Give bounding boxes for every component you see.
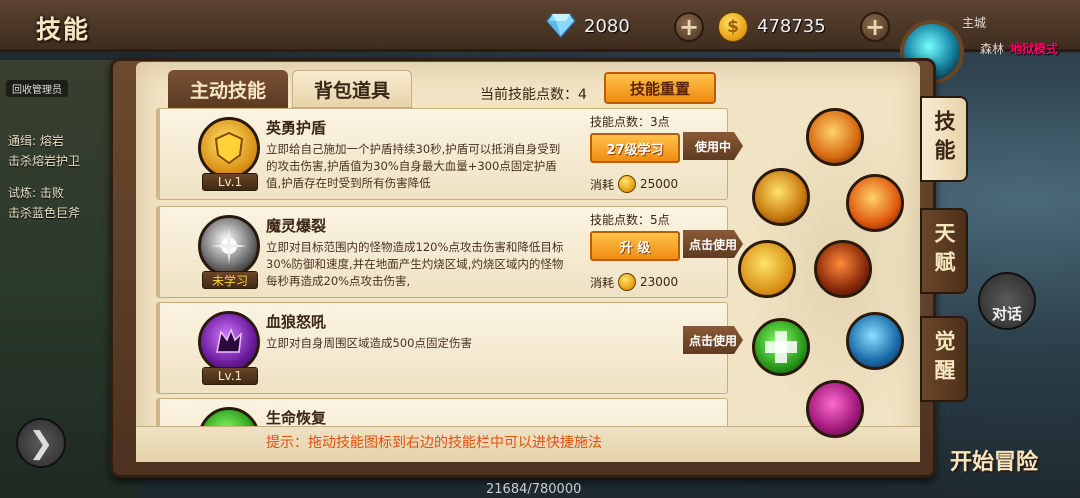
coin-amount: 23000 [640, 275, 679, 289]
level-badge: 未学习 [202, 271, 258, 289]
wolf-skill-icon[interactable] [198, 311, 260, 373]
forest-label: 森林 [980, 42, 1005, 56]
explosion-icon[interactable] [846, 174, 904, 232]
coin-count: 478735 [757, 16, 826, 37]
level-badge: Lv.1 [202, 173, 258, 191]
heal-skill-icon[interactable] [198, 407, 260, 426]
skill-desc: 立即给自己施加一个护盾持续30秒,护盾可以抵消自身受到的攻击伤害,护盾值为30%… [266, 142, 561, 190]
consume-label: 消耗 [590, 275, 615, 290]
skill-name: 魔灵爆裂 [266, 217, 327, 235]
coin-icon [618, 175, 637, 193]
skill-name: 英勇护盾 [266, 119, 327, 137]
shield-glyph-icon [214, 131, 244, 165]
in-use-button[interactable]: 使用中 [683, 132, 743, 160]
gem-count: 2080 [584, 16, 630, 37]
expand-arrow-button[interactable]: ❯ [16, 418, 66, 468]
quest1-desc[interactable]: 击杀熔岩护卫 [8, 152, 80, 169]
gold-coin-icon: $ [718, 12, 748, 42]
skill-coin-cost: 消耗 23000 [590, 273, 678, 291]
silhouette-icon[interactable] [846, 312, 904, 370]
skill-coin-cost: 消耗 25000 [590, 175, 678, 193]
hint-text: 提示：拖动技能图标到右边的技能栏中可以进快捷施法 [266, 435, 602, 451]
shield-slot-icon[interactable] [738, 240, 796, 298]
tab-awaken[interactable]: 觉醒 [920, 316, 968, 402]
potion-icon[interactable] [806, 380, 864, 438]
page-title: 技能 [36, 15, 91, 44]
skill-row[interactable]: Lv.1 英勇护盾 立即给自己施加一个护盾持续30秒,护盾可以抵消自身受到的攻击… [156, 108, 728, 200]
skill-row[interactable]: 未学习 魔灵爆裂 立即对目标范围内的怪物造成120%点攻击伤害和降低目标30%防… [156, 206, 728, 298]
skill-list: Lv.1 英勇护盾 立即给自己施加一个护盾持续30秒,护盾可以抵消自身受到的攻击… [156, 108, 730, 426]
tab-skills[interactable]: 技能 [920, 96, 968, 182]
dialog-button[interactable]: 对话 [978, 272, 1036, 330]
skill-desc: 立即对自身周围区域造成500点固定伤害 [266, 336, 472, 350]
add-coins-button[interactable]: + [860, 12, 890, 42]
start-adventure-button[interactable]: 开始冒险 [950, 444, 1038, 476]
add-gems-button[interactable]: + [674, 12, 704, 42]
vortex-icon[interactable] [752, 168, 810, 226]
consume-label: 消耗 [590, 177, 615, 192]
main-city-label: 主城 [962, 16, 987, 30]
tab-talent[interactable]: 天赋 [920, 208, 968, 294]
skill-name: 血狼怒吼 [266, 313, 327, 331]
skill-row[interactable]: Lv.1 血狼怒吼 立即对自身周围区域造成500点固定伤害 [156, 302, 728, 394]
click-use-button[interactable]: 点击使用 [683, 326, 743, 354]
cross-glyph-icon [765, 331, 797, 363]
lava-icon[interactable] [814, 240, 872, 298]
shield-skill-icon[interactable] [198, 117, 260, 179]
upgrade-button[interactable]: 升 级 [590, 231, 680, 261]
fire-fist-icon[interactable] [806, 108, 864, 166]
hard-mode-label[interactable]: 地狱模式 [1010, 40, 1058, 57]
click-use-button[interactable]: 点击使用 [683, 230, 743, 258]
quest1-title[interactable]: 通缉: 熔岩 [8, 132, 64, 149]
skill-cost-points: 技能点数：3点 [590, 115, 670, 129]
skill-points-value: 4 [578, 87, 587, 103]
level-badge: Lv.1 [202, 367, 258, 385]
reset-skills-button[interactable]: 技能重置 [604, 72, 716, 104]
tab-active-skills[interactable]: 主动技能 [168, 70, 288, 108]
skill-cost-points: 技能点数：5点 [590, 213, 670, 227]
wolf-glyph-icon [216, 327, 242, 353]
quest2-title[interactable]: 试炼: 击败 [8, 184, 64, 201]
skill-points-text: 当前技能点数： [480, 87, 578, 103]
burst-skill-icon[interactable] [198, 215, 260, 277]
quest2-desc[interactable]: 击杀蓝色巨斧 [8, 204, 80, 221]
learn-button[interactable]: 27级学习 [590, 133, 680, 163]
light-burst-glyph-icon [211, 228, 247, 264]
tab-items[interactable]: 背包道具 [292, 70, 412, 108]
coin-icon [618, 273, 637, 291]
skill-name: 生命恢复 [266, 409, 327, 426]
diamond-icon [546, 13, 576, 38]
admin-label: 回收管理员 [6, 80, 68, 97]
skill-desc: 立即对目标范围内的怪物造成120%点攻击伤害和降低目标30%防御和速度,并在地面… [266, 240, 564, 288]
exp-readout: 21684/780000 [486, 482, 582, 497]
heal-cross-icon[interactable] [752, 318, 810, 376]
skill-row[interactable]: 生命恢复 [156, 398, 728, 426]
coin-amount: 25000 [640, 177, 679, 191]
skill-points-label: 当前技能点数：4 [480, 84, 587, 104]
